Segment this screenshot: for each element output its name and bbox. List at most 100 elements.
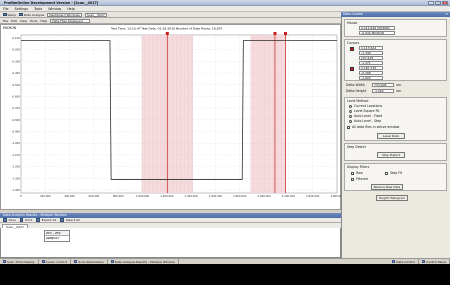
y-tick-label: -1.200 <box>12 165 21 169</box>
window-icon <box>392 260 396 263</box>
chart-menu-view[interactable]: View <box>20 19 27 23</box>
results-table: ZPC - ZPC [um] -1.23447 <box>44 230 70 242</box>
height-histogram-button[interactable]: Height Histogram <box>376 195 408 201</box>
level-option-square[interactable]: Level Square Fit <box>349 109 379 113</box>
restore-raw-button[interactable]: Restore Raw Data <box>371 183 403 190</box>
chart-svg[interactable]: MICRON Test Time: 13:10:47 Test Date: 01… <box>1 25 344 211</box>
radio-icon[interactable] <box>349 119 352 123</box>
level-option-current[interactable]: Current Locations <box>349 104 382 108</box>
menu-settings[interactable]: Settings <box>15 7 29 11</box>
x-tick-label: 2,000,000 <box>257 194 271 198</box>
step-detect-button[interactable]: Step Detect <box>377 152 405 158</box>
level-option-fixed[interactable]: Auto Level - Fixed <box>349 114 382 118</box>
y-tick-label: -0.100 <box>12 36 21 40</box>
results-value[interactable]: -1.23447 <box>45 236 69 241</box>
cursor-handle-icon <box>273 32 277 35</box>
cursor-r-x2[interactable]: 107,425 <box>359 56 383 60</box>
delta-height-label: Delta Height <box>346 89 367 93</box>
cursor-r-x[interactable]: 1,113,644 <box>359 46 383 50</box>
y-tick-label: -0.900 <box>12 130 21 134</box>
y-tick-label: -0.200 <box>12 48 21 52</box>
step-detect-label: Step Detect <box>347 145 366 149</box>
chart-info-text: Test Time: 13:10:47 Test Date: 01-18-201… <box>110 27 223 31</box>
filter-step-fit[interactable]: Step Fit <box>385 171 402 175</box>
scan-selector[interactable]: Scan__0027 <box>84 12 107 17</box>
radio-icon[interactable] <box>349 104 352 108</box>
step-detect-group: Step Detect Step Detect <box>344 143 447 161</box>
radio-icon[interactable] <box>349 109 352 113</box>
cursor-r-y[interactable]: -1.349 <box>359 51 383 55</box>
chart-menu-file[interactable]: File <box>3 19 8 23</box>
profile-chart[interactable]: MICRON Test Time: 13:10:47 Test Date: 01… <box>0 24 344 211</box>
mouse-y-field: -0.044 MICRON <box>359 31 395 35</box>
cursor-region-1 <box>250 35 286 193</box>
level-option-step[interactable]: Auto Level - Step <box>349 119 381 123</box>
y-tick-label: -0.300 <box>12 59 21 63</box>
minimize-icon[interactable]: – <box>428 0 434 5</box>
close-icon[interactable]: × <box>442 0 448 5</box>
y-tick-label: -0.400 <box>12 71 21 75</box>
menu-window[interactable]: Window <box>48 7 61 11</box>
checkbox-icon[interactable] <box>385 171 388 175</box>
x-tick-label: 2,400,000 <box>306 194 320 198</box>
cursors-label: Cursors <box>347 41 360 45</box>
window-title: ProfilmOnline Development Version - [Sca… <box>4 1 99 5</box>
level-method-label: Level Method <box>347 99 369 103</box>
y-tick-label: -0.600 <box>12 94 21 98</box>
y-tick-label: -0.700 <box>12 106 21 110</box>
display-filters-group: Display Filters Raw Step Fit Filtered Re… <box>344 163 447 191</box>
y-tick-label: -1.400 <box>12 188 21 192</box>
export-all-button[interactable]: Export All <box>36 218 56 222</box>
cursor-r-y2[interactable]: -1.371 <box>359 61 383 65</box>
x-tick-label: 800,000 <box>113 194 124 198</box>
maximize-icon[interactable]: □ <box>435 0 441 5</box>
radio-selected-icon[interactable] <box>349 114 352 118</box>
x-tick-label: 400,000 <box>64 194 75 198</box>
chart-menu-edit[interactable]: Edit <box>11 19 17 23</box>
print-icon <box>19 218 24 222</box>
x-tick-label: 600,000 <box>89 194 100 198</box>
analysis-tabs: Scan__0027 <box>0 223 341 228</box>
cursor-r-swatch[interactable] <box>350 47 354 51</box>
cursor-m-x2[interactable]: -1,003 <box>359 76 383 80</box>
setup-button[interactable]: Setup <box>3 13 16 17</box>
filter-filtered[interactable]: Filtered <box>351 177 368 181</box>
setup-icon <box>3 12 7 17</box>
menu-help[interactable]: Help <box>67 7 75 11</box>
menu-file[interactable]: File <box>3 7 9 11</box>
select-icon <box>60 218 64 222</box>
data-files-field[interactable]: Data Files Displayed <box>50 18 91 23</box>
delta-width-field: 733,908 <box>372 83 394 87</box>
menu-tools[interactable]: Tools <box>34 7 42 11</box>
checkbox-icon[interactable] <box>351 171 354 175</box>
delta-group: Delta Width 733,908 um Delta Height -1.0… <box>344 83 447 95</box>
tab-scan[interactable]: Scan__0027 <box>2 223 28 228</box>
cursor-m-x[interactable]: 2,187,725 <box>359 66 383 70</box>
data-analysis-button[interactable]: Data Analysis <box>19 13 44 17</box>
panel-close-icon[interactable]: × <box>445 12 448 17</box>
y-tick-label: -1.100 <box>12 153 21 157</box>
save-button[interactable]: Save <box>3 218 16 222</box>
checkbox-icon[interactable] <box>351 177 354 181</box>
cursor-m-y[interactable]: -0.308 <box>359 71 383 75</box>
data-control-title: Data Control × <box>341 12 450 17</box>
checkbox-icon[interactable] <box>347 125 350 129</box>
chart-menu-help[interactable]: Help <box>40 19 47 23</box>
mouse-group: Mouse 2,212,626 MICRON -0.044 MICRON <box>344 19 447 37</box>
cursor-handle-icon <box>165 32 169 35</box>
filter-raw[interactable]: Raw <box>351 171 363 175</box>
delta-height-unit: um <box>396 89 402 93</box>
print-button[interactable]: Print <box>19 218 32 222</box>
dashboard-windows-button[interactable]: Dashboard Windows <box>47 12 82 17</box>
window-icon <box>3 260 6 263</box>
chart-menu-tools[interactable]: Tools <box>30 19 37 23</box>
level-data-button[interactable]: Level Data <box>377 133 405 139</box>
all-data-checkbox[interactable]: All data files in active window <box>347 125 399 129</box>
cursors-group: Cursors 1,113,644 -1.349 107,425 -1.371 … <box>344 39 447 81</box>
delta-height-field: -1.060 <box>372 89 394 93</box>
select-all-button[interactable]: Select All <box>60 218 80 222</box>
screen-border <box>0 264 450 285</box>
y-tick-label: -0.500 <box>12 83 21 87</box>
y-tick-label: -0.800 <box>12 118 21 122</box>
cursor-m-swatch[interactable] <box>350 67 354 71</box>
